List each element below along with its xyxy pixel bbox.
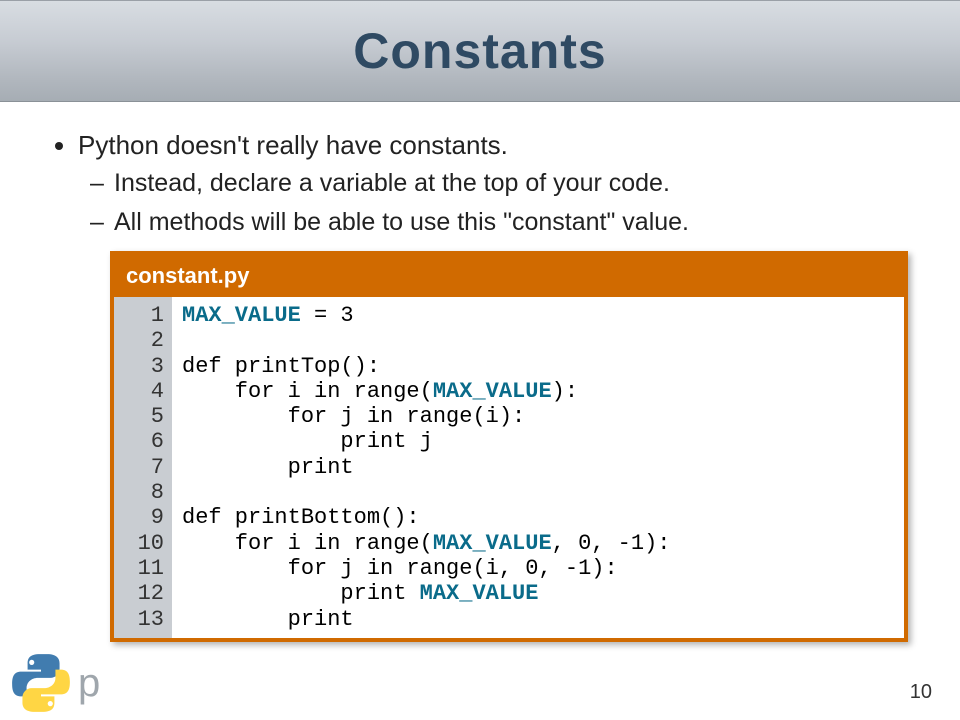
code-area: 1 2 3 4 5 6 7 8 9 10 11 12 13 MAX_VALUE … <box>114 297 904 638</box>
code-l12a: print <box>182 581 420 606</box>
code-l5: for j in range(i): <box>182 404 525 429</box>
code-box-filename: constant.py <box>114 255 904 297</box>
code-l13: print <box>182 607 354 632</box>
bullet-main: Python doesn't really have constants. In… <box>78 130 920 237</box>
code-l1b: = 3 <box>301 303 354 328</box>
code-l10a: for i in range( <box>182 531 433 556</box>
page-number: 10 <box>910 681 932 704</box>
bullet-main-text: Python doesn't really have constants. <box>78 130 508 160</box>
python-icon <box>8 650 74 716</box>
code-const-4: MAX_VALUE <box>420 581 539 606</box>
slide-content: Python doesn't really have constants. In… <box>0 102 960 642</box>
sub-bullet-list: Instead, declare a variable at the top o… <box>78 169 920 237</box>
code-content: MAX_VALUE = 3 def printTop(): for i in r… <box>172 297 681 638</box>
sub-bullet-2: All methods will be able to use this "co… <box>114 208 920 237</box>
code-l11: for j in range(i, 0, -1): <box>182 556 618 581</box>
code-l9: def printBottom(): <box>182 505 420 530</box>
python-logo: p <box>8 650 100 716</box>
sub-bullet-1: Instead, declare a variable at the top o… <box>114 169 920 198</box>
code-l4c: ): <box>552 379 578 404</box>
line-number-gutter: 1 2 3 4 5 6 7 8 9 10 11 12 13 <box>114 297 172 638</box>
code-l6: print j <box>182 429 433 454</box>
code-l4a: for i in range( <box>182 379 433 404</box>
code-const-2: MAX_VALUE <box>433 379 552 404</box>
python-logo-text: p <box>78 661 100 706</box>
title-bar: Constants <box>0 0 960 102</box>
code-l3: def printTop(): <box>182 354 380 379</box>
code-const-3: MAX_VALUE <box>433 531 552 556</box>
code-l7: print <box>182 455 354 480</box>
slide-title: Constants <box>353 22 606 80</box>
code-const-1: MAX_VALUE <box>182 303 301 328</box>
bullet-list: Python doesn't really have constants. In… <box>50 130 920 237</box>
code-l10c: , 0, -1): <box>552 531 671 556</box>
code-box: constant.py 1 2 3 4 5 6 7 8 9 10 11 12 1… <box>110 251 908 642</box>
